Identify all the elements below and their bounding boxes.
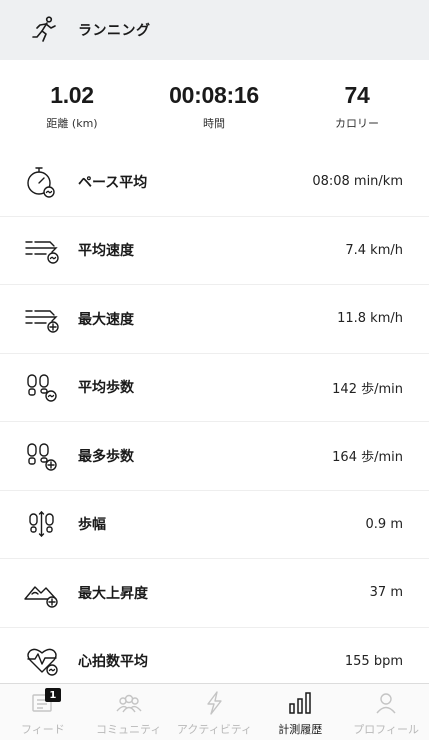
metric-row-max-speed: 最大速度 11.8 km/h (0, 285, 429, 354)
distance-stat: 1.02 距離 (km) (2, 82, 142, 131)
stride-icon (22, 504, 64, 544)
elevation-icon (22, 573, 64, 613)
metric-label: ペース平均 (78, 174, 148, 191)
metric-row-stride: 歩幅 0.9 m (0, 491, 429, 559)
metric-value: 0.9 m (365, 516, 403, 532)
activity-summary: 1.02 距離 (km) 00:08:16 時間 74 カロリー (0, 82, 429, 146)
metric-value: 164 歩/min (332, 450, 403, 466)
tab-activity[interactable]: アクティビティ (172, 684, 258, 740)
metric-row-elevation: 最大上昇度 37 m (0, 559, 429, 628)
tab-history[interactable]: 計測履歴 (257, 684, 343, 740)
calories-label: カロリー (335, 117, 379, 130)
calories-stat: 74 カロリー (287, 82, 427, 131)
time-stat: 00:08:16 時間 (144, 82, 284, 131)
time-label: 時間 (203, 117, 225, 130)
tab-label: フィード (21, 723, 65, 736)
distance-value: 1.02 (50, 82, 94, 108)
tab-label: コミュニティ (96, 723, 162, 736)
tab-profile[interactable]: プロフィール (343, 684, 429, 740)
metric-value: 155 bpm (344, 653, 403, 669)
tab-label: プロフィール (353, 723, 419, 736)
heart-rate-icon (22, 641, 64, 681)
tab-label: アクティビティ (176, 723, 253, 736)
metrics-list: ペース平均 08:08 min/km 平均速度 7.4 km/h 最大速度 11… (0, 148, 429, 696)
metric-label: 最大上昇度 (78, 585, 148, 602)
metric-label: 平均歩数 (78, 380, 134, 397)
speed-max-icon (22, 299, 64, 339)
steps-average-icon (22, 367, 64, 407)
metric-value: 11.8 km/h (337, 311, 403, 327)
distance-label: 距離 (km) (46, 117, 98, 130)
metric-value: 37 m (369, 585, 403, 601)
tab-label: 計測履歴 (278, 723, 323, 736)
profile-icon (368, 688, 404, 718)
metric-label: 平均速度 (78, 243, 134, 260)
speed-average-icon (22, 230, 64, 270)
metric-label: 最多歩数 (78, 448, 134, 465)
time-value: 00:08:16 (169, 82, 259, 108)
metric-label: 歩幅 (78, 517, 106, 534)
tab-feed[interactable]: 1 フィード (0, 684, 86, 740)
running-person-icon (24, 10, 64, 50)
metric-row-avg-steps: 平均歩数 142 歩/min (0, 354, 429, 422)
pace-stopwatch-icon (22, 162, 64, 202)
metric-row-pace: ペース平均 08:08 min/km (0, 148, 429, 217)
activity-title: ランニング (78, 23, 151, 39)
calories-value: 74 (344, 82, 370, 108)
steps-max-icon (22, 436, 64, 476)
activity-header: ランニング (0, 0, 429, 60)
metric-label: 心拍数平均 (78, 654, 148, 671)
notification-badge: 1 (44, 688, 61, 702)
metric-label: 最大速度 (78, 311, 134, 328)
metric-value: 142 歩/min (332, 381, 403, 397)
metric-value: 08:08 min/km (312, 174, 403, 190)
bottom-tab-bar: 1 フィード コミュニティ アクティビティ 計測履歴 プロフィール (0, 683, 429, 740)
metric-row-max-steps: 最多歩数 164 歩/min (0, 422, 429, 491)
activity-bolt-icon (196, 688, 232, 718)
feed-icon: 1 (25, 688, 61, 718)
metric-value: 7.4 km/h (345, 242, 403, 258)
metric-row-avg-speed: 平均速度 7.4 km/h (0, 217, 429, 285)
tab-community[interactable]: コミュニティ (86, 684, 172, 740)
community-icon (111, 688, 147, 718)
history-bars-icon (282, 688, 318, 718)
